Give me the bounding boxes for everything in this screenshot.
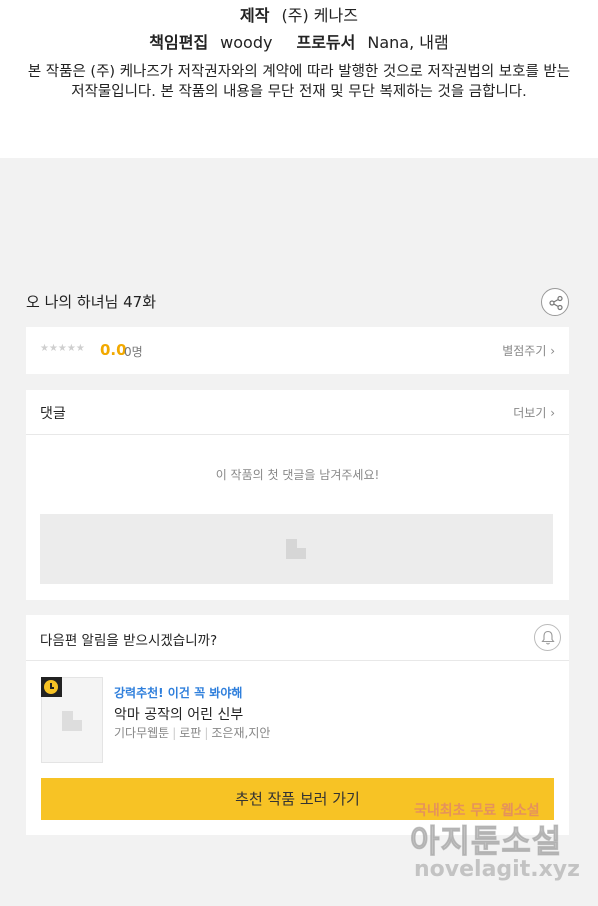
image-placeholder-icon [62,711,82,731]
more-comments-link[interactable]: 더보기 › [513,404,555,421]
comment-header: 댓글 더보기 › [26,390,569,435]
producer-label: 프로듀서 [296,33,356,52]
editor-label: 책임편집 [149,33,209,52]
comment-title: 댓글 [40,406,66,422]
star-rating-icons: ★★★★★ [40,343,85,354]
credits-section: 제작 (주) 케나즈 책임편집 woody 프로듀서 Nana, 내램 본 작품은 (주… [0,0,598,158]
editor-producer-credit: 책임편집 woody 프로듀서 Nana, 내램 [0,29,598,53]
rating-count: 0명 [124,345,143,359]
recommend-genre: 로판 [179,726,202,740]
watermark: 국내최초 무료 웹소설 아지툰소설 novelagit.xyz [408,800,580,890]
copyright-notice: 본 작품은 (주) 케나즈가 저작권자와의 계약에 따라 발행한 것으로 저작권… [27,64,571,100]
recommend-tag: 강력추천! 이건 꼭 봐야해 [114,686,243,700]
image-placeholder-icon [286,539,306,559]
empty-comment-message: 이 작품의 첫 댓글을 남겨주세요! [215,468,380,482]
notify-header: 다음편 알림을 받으시겠습니까? [26,615,569,661]
rating-card: ★★★★★ 0.0 0명 별점주기 › [26,327,569,374]
comment-card: 댓글 더보기 › 이 작품의 첫 댓글을 남겨주세요! [26,390,569,600]
recommend-category: 기다무웹툰 [114,726,170,740]
share-icon [549,295,563,311]
bell-icon [541,630,555,645]
clock-icon [41,677,62,697]
production-label: 제작 [240,6,270,25]
rating-score: 0.0 [100,341,127,359]
recommend-authors: 조은재,지안 [211,726,271,740]
production-value: (주) 케나즈 [281,6,358,25]
production-credit: 제작 (주) 케나즈 [0,2,598,26]
notify-bell-button[interactable] [534,624,561,651]
share-button[interactable] [541,288,569,316]
recommend-meta: 기다무웹툰 | 로판 | 조은재,지안 [114,726,271,740]
producer-value: Nana, 내램 [367,33,449,52]
rate-button[interactable]: 별점주기 › [502,342,555,359]
recommend-thumbnail[interactable] [41,677,103,763]
watermark-logo: 아지툰소설 [409,822,563,861]
notify-question: 다음편 알림을 받으시겠습니까? [40,633,218,649]
editor-value: woody [220,33,273,52]
recommend-title[interactable]: 악마 공작의 어린 신부 [114,704,243,724]
comment-input-area[interactable] [40,514,553,584]
watermark-url: novelagit.xyz [414,857,580,882]
episode-title: 오 나의 하녀님 47화 [26,293,156,311]
